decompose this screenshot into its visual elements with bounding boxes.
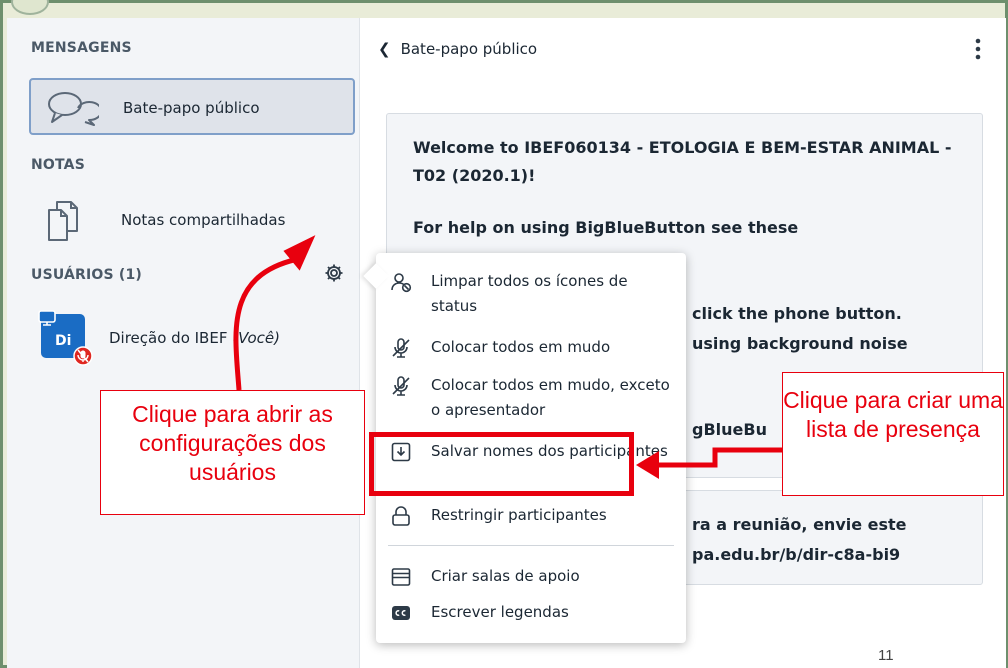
arrow-to-save-item xyxy=(651,447,782,468)
arrow-head-save xyxy=(636,451,659,479)
slide-page-number: 11 xyxy=(878,647,894,664)
arrow-head-gear xyxy=(283,235,316,271)
slide-frame: MENSAGENS Bate-papo público NOTAS Notas … xyxy=(0,0,1008,668)
annotation-arrows xyxy=(233,235,782,479)
save-names-highlight xyxy=(369,432,634,496)
callout-create-attendance-list: Clique para criar uma lista de presença xyxy=(782,372,1004,496)
callout-open-user-settings: Clique para abrir as configurações dos u… xyxy=(100,390,365,515)
arrow-to-gear xyxy=(233,255,304,391)
